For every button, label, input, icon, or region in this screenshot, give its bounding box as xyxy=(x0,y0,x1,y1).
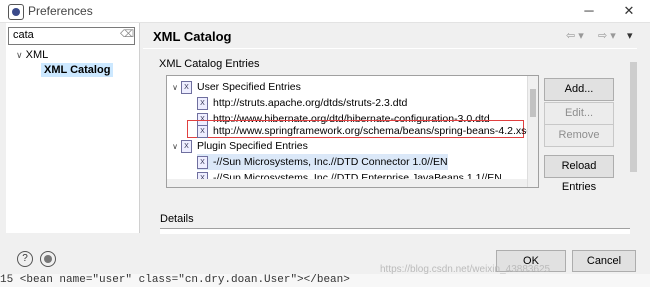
cancel-button[interactable]: Cancel xyxy=(572,250,636,272)
help-icon[interactable]: ? xyxy=(17,251,33,267)
catalog-entries-label: XML Catalog Entries xyxy=(159,58,260,70)
details-label: Details xyxy=(160,213,194,225)
record-icon[interactable] xyxy=(40,251,56,267)
tree-item-xml-catalog[interactable]: XML Catalog xyxy=(41,63,114,77)
header-divider xyxy=(143,48,637,49)
catalog-icon: X xyxy=(181,139,192,153)
clear-filter-icon[interactable]: ⌫ xyxy=(120,29,134,41)
scroll-thumb[interactable] xyxy=(530,89,536,117)
title-bar: Preferences ─ ☐ ✕ xyxy=(0,0,650,23)
scroll-thumb[interactable] xyxy=(630,62,637,172)
view-menu-icon[interactable]: ▾ xyxy=(627,29,633,42)
dtd-file-icon: X xyxy=(197,96,208,110)
close-button[interactable]: ✕ xyxy=(614,2,644,20)
filter-value: cata xyxy=(13,29,34,41)
catalog-entry[interactable]: Xhttp://www.springframework.org/schema/b… xyxy=(197,123,532,139)
eclipse-icon xyxy=(8,4,24,20)
catalog-entry[interactable]: Xhttp://struts.apache.org/dtds/struts-2.… xyxy=(197,95,407,111)
catalog-entry[interactable]: X -//Sun Microsystems, Inc.//DTD Connecto… xyxy=(197,154,448,170)
window-title: Preferences xyxy=(28,4,93,18)
reload-entries-button[interactable]: Reload Entries xyxy=(544,155,614,193)
filter-input[interactable]: cata ⌫ xyxy=(8,27,135,45)
chevron-down-icon[interactable]: ∨ xyxy=(16,50,23,60)
back-icon[interactable]: ⇦ ▾ xyxy=(566,29,584,42)
tree-horizontal-scrollbar[interactable] xyxy=(167,179,527,187)
group-plugin-specified[interactable]: ∨ X Plugin Specified Entries xyxy=(169,138,308,154)
tree-item-label: XML xyxy=(25,49,49,61)
tree-vertical-scrollbar[interactable] xyxy=(527,76,538,187)
xsd-file-icon: X xyxy=(197,124,208,138)
catalog-entries-tree[interactable]: ∨ X User Specified Entries Xhttp://struts.… xyxy=(166,75,539,188)
editor-code-line: 15 <bean name="user" class="cn.dry.doan.… xyxy=(0,274,650,287)
catalog-icon: X xyxy=(181,80,192,94)
forward-icon[interactable]: ⇨ ▾ xyxy=(598,29,616,42)
chevron-down-icon[interactable]: ∨ xyxy=(169,139,181,155)
tree-item-xml[interactable]: ∨ XML xyxy=(16,49,48,61)
minimize-button[interactable]: ─ xyxy=(574,2,604,20)
dtd-file-icon: X xyxy=(197,155,208,169)
chevron-down-icon[interactable]: ∨ xyxy=(169,80,181,96)
edit-button[interactable]: Edit... xyxy=(544,102,614,125)
remove-button[interactable]: Remove xyxy=(544,124,614,147)
add-button[interactable]: Add... xyxy=(544,78,614,101)
group-user-specified[interactable]: ∨ X User Specified Entries xyxy=(169,79,301,95)
page-title: XML Catalog xyxy=(153,29,232,44)
